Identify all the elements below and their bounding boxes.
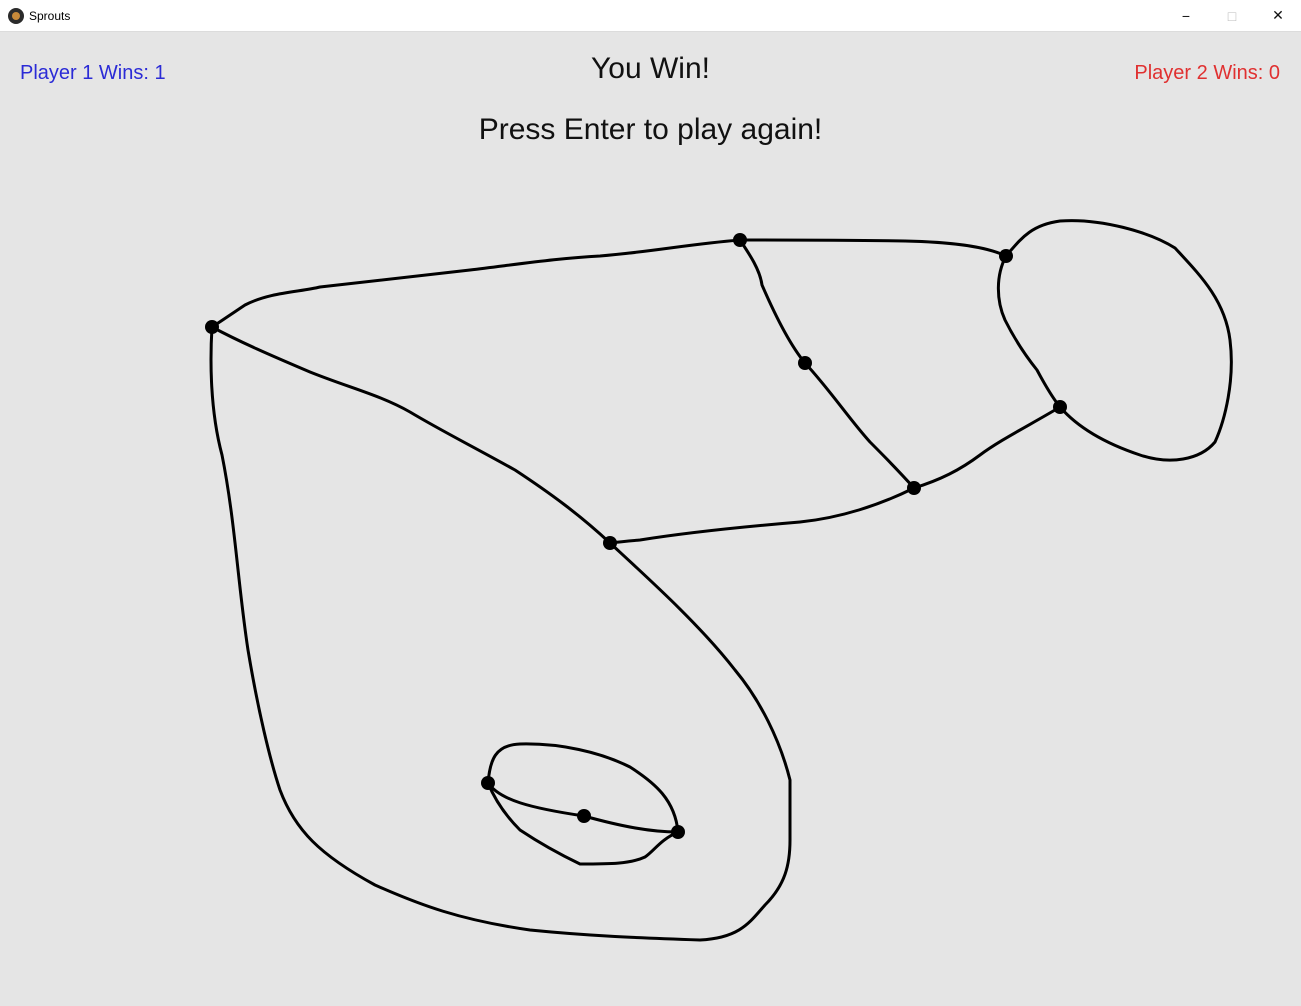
curve-small-loop bbox=[486, 742, 680, 866]
spots bbox=[205, 233, 1067, 839]
spot-small-right bbox=[671, 825, 685, 839]
curve-top-right bbox=[738, 238, 1008, 258]
curve-center-right bbox=[608, 486, 916, 545]
maximize-button[interactable]: □ bbox=[1209, 0, 1255, 31]
curve-left-center bbox=[210, 325, 612, 545]
curve-middle-down bbox=[803, 361, 916, 490]
curve-top-left bbox=[210, 238, 742, 329]
curve-right-loop bbox=[1004, 219, 1233, 462]
curve-lower-right bbox=[912, 405, 1062, 490]
result-message: You Win! bbox=[591, 52, 710, 85]
spot-top bbox=[733, 233, 747, 247]
spot-middle bbox=[798, 356, 812, 370]
curve-big-loop bbox=[209, 325, 792, 942]
sprouts-app-icon bbox=[8, 8, 24, 24]
spot-small-left bbox=[481, 776, 495, 790]
play-again-prompt: Press Enter to play again! bbox=[478, 113, 823, 146]
minimize-button[interactable]: − bbox=[1163, 0, 1209, 31]
spot-right-lower bbox=[1053, 400, 1067, 414]
spot-top-right bbox=[999, 249, 1013, 263]
window-title: Sprouts bbox=[29, 9, 71, 23]
curve-top-middle bbox=[738, 238, 807, 365]
spot-center bbox=[603, 536, 617, 550]
sprouts-drawing bbox=[205, 219, 1233, 942]
game-board[interactable]: Player 1 Wins: 1 Player 2 Wins: 0 You Wi… bbox=[0, 32, 1301, 1006]
spot-left bbox=[205, 320, 219, 334]
close-button[interactable]: ✕ bbox=[1255, 0, 1301, 31]
curve-right-down bbox=[996, 254, 1062, 409]
spot-small-middle bbox=[577, 809, 591, 823]
spot-mid-right bbox=[907, 481, 921, 495]
title-bar: Sprouts − □ ✕ bbox=[0, 0, 1301, 32]
